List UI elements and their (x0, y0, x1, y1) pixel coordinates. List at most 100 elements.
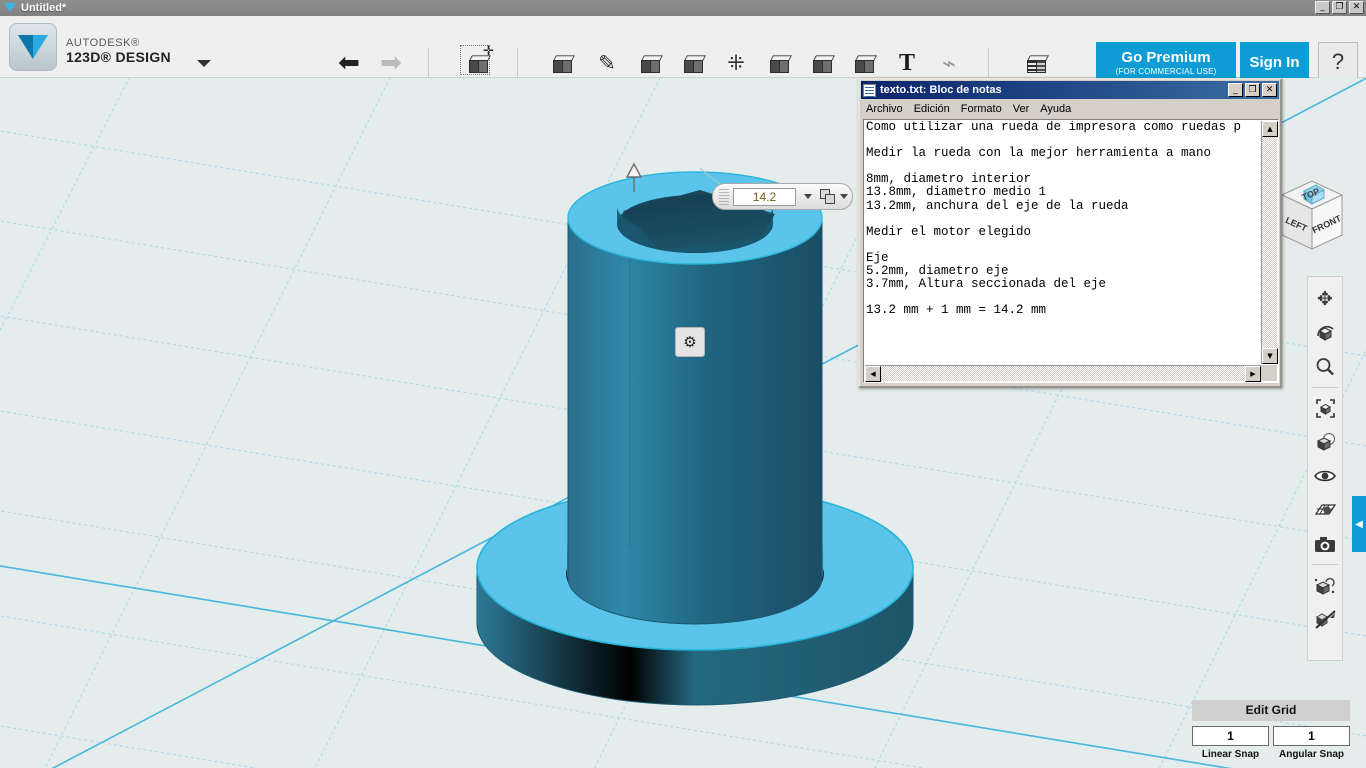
sign-in-button[interactable]: Sign In (1240, 42, 1309, 82)
snap-cube-icon (1314, 577, 1335, 595)
scroll-right-button[interactable]: ▶ (1245, 366, 1261, 382)
menu-archivo[interactable]: Archivo (866, 103, 903, 115)
notepad-maximize-button[interactable]: ❐ (1245, 83, 1260, 97)
magnet-icon: ⌁ (942, 49, 956, 76)
chevron-down-icon[interactable] (197, 60, 211, 67)
camera-icon (1315, 536, 1335, 552)
notepad-close-button[interactable]: ✕ (1262, 83, 1277, 97)
combine-tool-button[interactable] (803, 44, 841, 82)
brand-title: AUTODESK® 123D® DESIGN (66, 37, 171, 65)
notepad-menubar: Archivo Edición Formato Ver Ayuda (860, 100, 1280, 118)
menu-ayuda[interactable]: Ayuda (1040, 103, 1071, 115)
notepad-text-content[interactable]: Como utilizar una rueda de impresora com… (866, 121, 1262, 364)
snap-tool-button[interactable]: ⌁ (930, 44, 968, 82)
magnifier-icon (1316, 358, 1334, 376)
cube-modify-icon (683, 54, 706, 73)
os-window-buttons: _ ❐ ✕ (1315, 1, 1364, 14)
grid-eye-icon (1314, 503, 1336, 515)
grid-controls-panel: Edit Grid 1 Linear Snap 1 Angular Snap (1192, 700, 1350, 760)
brand-product-text: 123D® DESIGN (66, 48, 171, 65)
menu-ver[interactable]: Ver (1013, 103, 1030, 115)
eye-icon (1314, 470, 1336, 482)
material-tool-button[interactable] (1017, 44, 1055, 82)
angular-snap-group: 1 Angular Snap (1273, 726, 1350, 760)
boolean-union-icon[interactable] (820, 188, 838, 205)
scroll-down-button[interactable]: ▼ (1262, 348, 1278, 364)
linear-snap-group: 1 Linear Snap (1192, 726, 1269, 760)
zoom-tool-button[interactable] (1309, 350, 1341, 384)
scroll-up-button[interactable]: ▲ (1262, 121, 1278, 137)
toolbar-divider (517, 48, 518, 78)
object-snap-button[interactable] (1309, 568, 1341, 602)
snap-inputs-row: 1 Linear Snap 1 Angular Snap (1192, 726, 1350, 760)
measure-tool-button[interactable] (845, 44, 883, 82)
panel-collapse-tab[interactable]: ◀ (1352, 496, 1366, 552)
modify-tool-button[interactable] (674, 44, 712, 82)
orbit-cube-icon (1316, 325, 1334, 341)
dimension-value-input[interactable]: 14.2 (732, 187, 797, 206)
help-button[interactable]: ? (1318, 42, 1358, 82)
scroll-left-button[interactable]: ◀ (865, 366, 881, 382)
orbit-tool-button[interactable] (1309, 316, 1341, 350)
menu-edicion[interactable]: Edición (914, 103, 950, 115)
notepad-vertical-scrollbar[interactable]: ▲ ▼ (1261, 121, 1278, 364)
os-titlebar: Untitled* _ ❐ ✕ (0, 0, 1366, 16)
toolbar-divider (428, 48, 429, 78)
cube-sphere-icon (552, 54, 575, 73)
redo-button[interactable]: ➡ (372, 44, 410, 82)
scrollbar-corner (1261, 365, 1277, 381)
linear-snap-label: Linear Snap (1201, 749, 1260, 760)
notepad-icon (863, 83, 876, 97)
notepad-window[interactable]: texto.txt: Bloc de notas _ ❐ ✕ Archivo E… (858, 78, 1282, 388)
edit-grid-button[interactable]: Edit Grid (1192, 700, 1350, 721)
model-settings-gear-button[interactable]: ⚙ (675, 327, 705, 357)
fit-to-screen-icon (1315, 398, 1335, 418)
go-premium-button[interactable]: Go Premium (FOR COMMERCIAL USE) (1096, 42, 1236, 82)
notepad-window-buttons: _ ❐ ✕ (1228, 83, 1279, 97)
transform-tool-button[interactable]: ✛ (459, 44, 497, 82)
text-tool-button[interactable]: T (888, 44, 926, 82)
notepad-horizontal-scrollbar[interactable]: ◀ ▶ (865, 365, 1261, 382)
pattern-tool-button[interactable]: ⁜ (717, 44, 755, 82)
chevron-down-icon[interactable] (804, 194, 813, 199)
primitives-tool-button[interactable] (543, 44, 581, 82)
pan-tool-button[interactable]: ✥ (1309, 282, 1341, 316)
plus-icon: ✛ (483, 44, 494, 59)
cube-ruler-icon (854, 54, 877, 73)
toolbar-divider (988, 48, 989, 78)
angular-snap-input[interactable]: 1 (1273, 726, 1350, 746)
undo-button[interactable]: ⬅ (330, 44, 368, 82)
sketch-pen-icon: ✎ (598, 50, 616, 75)
angular-snap-label: Angular Snap (1278, 749, 1344, 760)
notepad-titlebar[interactable]: texto.txt: Bloc de notas _ ❐ ✕ (861, 81, 1279, 99)
shaded-cube-icon (1316, 432, 1335, 451)
linear-snap-input[interactable]: 1 (1192, 726, 1269, 746)
measure-disabled-button[interactable] (1309, 602, 1341, 636)
sketch-tool-button[interactable]: ✎ (588, 44, 626, 82)
cube-solid-icon (812, 54, 835, 73)
notepad-minimize-button[interactable]: _ (1228, 83, 1243, 97)
drag-grip-icon[interactable] (719, 188, 729, 205)
shaded-view-button[interactable] (1309, 425, 1341, 459)
visibility-button[interactable] (1309, 459, 1341, 493)
os-minimize-button[interactable]: _ (1315, 1, 1330, 14)
os-title-text: Untitled* (21, 2, 67, 14)
boolean-chevron-down-icon[interactable] (840, 194, 848, 199)
notepad-text-area-container[interactable]: Como utilizar una rueda de impresora com… (863, 119, 1279, 383)
undo-arrow-icon: ⬅ (338, 48, 360, 78)
layered-cube-icon (1026, 54, 1049, 73)
construct-tool-button[interactable] (631, 44, 669, 82)
snapshot-button[interactable] (1309, 527, 1341, 561)
toolbar-divider (1312, 564, 1338, 565)
menu-formato[interactable]: Formato (961, 103, 1002, 115)
navigation-toolbar: ✥ (1307, 276, 1343, 661)
os-close-button[interactable]: ✕ (1349, 1, 1364, 14)
dimension-input-widget[interactable]: 14.2 (712, 183, 853, 210)
grouping-tool-button[interactable] (760, 44, 798, 82)
os-maximize-button[interactable]: ❐ (1332, 1, 1347, 14)
application-toolbar: AUTODESK® 123D® DESIGN ⬅ ➡ ✛ ✎ ⁜ T ⌁ Go … (0, 16, 1366, 82)
brand-autodesk-text: AUTODESK® (66, 37, 140, 49)
grid-visibility-button[interactable] (1309, 493, 1341, 527)
go-premium-label: Go Premium (1121, 48, 1211, 66)
fit-view-button[interactable] (1309, 391, 1341, 425)
